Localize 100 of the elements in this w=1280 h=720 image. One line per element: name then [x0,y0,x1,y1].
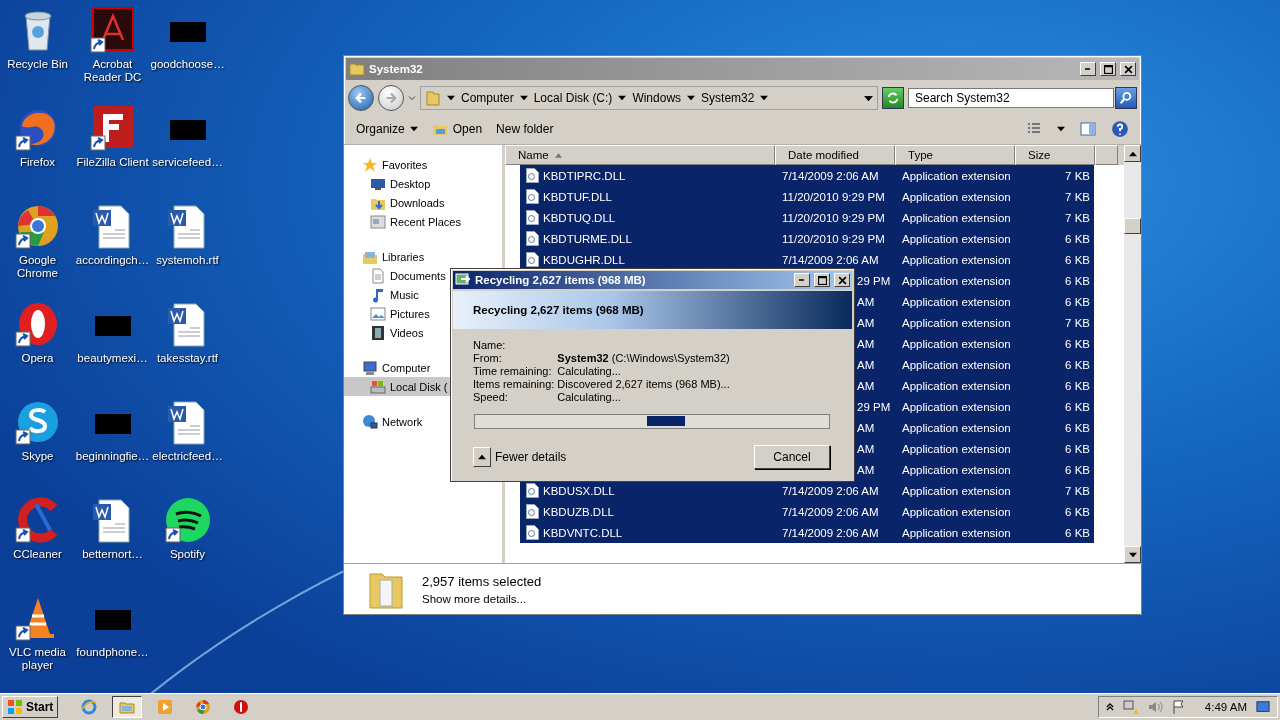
nav-item[interactable]: Desktop [344,174,502,193]
nav-item[interactable]: Downloads [344,193,502,212]
file-row[interactable]: KBDUGHR.DLL 7/14/2009 2:06 AM Application extension 6 KB [520,249,1094,270]
nav-item[interactable]: Favorites [344,155,502,174]
up-arrow-icon [478,453,486,461]
breadcrumb[interactable]: System32 [701,91,755,105]
size-cell-text: 6 KB [1064,463,1090,476]
caret-icon [409,125,418,133]
column-header[interactable]: Date modified [775,145,895,165]
minimize-button[interactable] [1080,62,1096,76]
desktop-icon-label: Acrobat Reader DC [82,58,143,84]
caret-icon[interactable] [864,93,873,103]
browser-icon [81,699,98,715]
date-cell-text: 7/14/2009 2:06 AM [781,484,880,497]
help-icon[interactable] [1111,120,1129,138]
forward-button[interactable] [378,85,404,111]
nav-item[interactable]: Videos [344,323,502,342]
back-button[interactable] [348,85,374,111]
type-cell-text: Application extension [901,421,1012,434]
type-cell-text: Application extension [901,295,1012,308]
file-row[interactable]: KBDUZB.DLL 7/14/2009 2:06 AM Application extension 6 KB [520,501,1094,522]
file-row[interactable]: KBDTURME.DLL 11/20/2010 9:29 PM Application extension 6 KB [520,228,1094,249]
file-name: KBDUZB.DLL [543,505,615,518]
desktop-icon-label: FileZilla Client [75,156,150,169]
dll-file-icon [526,168,539,183]
column-header[interactable]: Size [1015,145,1095,165]
nav-item[interactable]: Network [344,412,502,431]
cancel-button[interactable]: Cancel [754,445,830,469]
size-cell-text: 6 KB [1064,379,1090,392]
type-cell-text: Application extension [901,484,1012,497]
search-field[interactable]: Search System32 [908,88,1114,108]
type-cell-text: Application extension [901,253,1012,266]
nav-item[interactable]: Music [344,285,502,304]
breadcrumb[interactable]: Computer [461,91,514,105]
caret-icon[interactable] [687,94,696,102]
nav-item[interactable]: Libraries [344,247,502,266]
breadcrumb[interactable]: Local Disk (C:) [533,91,613,105]
show-desktop-icon[interactable] [1255,700,1271,714]
caret-icon[interactable] [447,94,455,102]
show-details-link[interactable]: Show more details... [422,592,542,605]
toolbar-button[interactable]: New folder [496,122,554,136]
close-button[interactable] [834,273,850,287]
clock[interactable]: 4:49 AM [1204,701,1247,713]
refresh-button[interactable] [882,87,904,109]
maximize-button[interactable] [1100,62,1116,76]
spotify-icon[interactable] [163,496,212,544]
desktop-icon-label: VLC media player [8,646,67,672]
scroll-thumb[interactable] [1124,218,1141,234]
desktop-icon-label: beautymexi… [76,352,149,365]
caret-icon[interactable] [618,94,627,102]
toolbar-button[interactable]: Open [431,121,483,137]
type-cell-text: Application extension [901,232,1012,245]
dll-file-icon [526,504,539,519]
address-bar[interactable]: Computer Local Disk (C:) Windows System32 [420,86,878,110]
column-header[interactable]: Name [505,145,775,165]
preview-pane-icon[interactable] [1079,121,1097,137]
collapse-button[interactable] [473,447,491,467]
nav-item[interactable]: Recent Places [344,212,502,231]
file-row[interactable]: KBDTUQ.DLL 11/20/2010 9:29 PM Application extension 7 KB [520,207,1094,228]
toolbar-button[interactable]: Organize [356,122,418,136]
file-row[interactable]: KBDTIPRC.DLL 7/14/2009 2:06 AM Application extension 7 KB [520,165,1094,186]
file-row[interactable]: KBDUSX.DLL 7/14/2009 2:06 AM Application extension 7 KB [520,480,1094,501]
scroll-up-button[interactable] [1124,145,1141,162]
network-icon [362,413,378,430]
caret-icon[interactable] [1057,125,1065,133]
pictures-icon [370,305,386,322]
caret-icon[interactable] [760,94,769,102]
minimize-button[interactable] [794,273,810,287]
desktop-icon-label: CCleaner [12,548,63,561]
desktop-icon-label: Google Chrome [16,254,59,280]
play-icon [157,699,174,715]
scroll-down-button[interactable] [1124,546,1141,563]
chrome-icon [195,699,212,715]
date-cell-text: 7/14/2009 2:06 AM [781,253,880,266]
date-cell-text: 11/20/2010 9:29 PM [781,211,886,224]
music-icon [370,286,386,303]
file-row[interactable]: KBDVNTC.DLL 7/14/2009 2:06 AM Application extension 6 KB [520,522,1094,543]
column-header[interactable]: Type [895,145,1015,165]
desktop-icon-label: takesstay.rtf [155,352,220,365]
search-button[interactable] [1115,87,1137,109]
acrobat-icon[interactable] [88,6,137,54]
file-row[interactable]: KBDTUF.DLL 11/20/2010 9:29 PM Application extension 7 KB [520,186,1094,207]
chevron-up-icon[interactable] [1104,702,1115,712]
flag-icon[interactable] [1170,699,1187,715]
date-cell-text: AM [857,379,876,392]
close-button[interactable] [1120,62,1136,76]
scroll-bar[interactable] [1124,145,1141,563]
maximize-icon [817,275,827,285]
breadcrumb[interactable]: Windows [632,91,682,105]
dll-file-icon [526,525,539,540]
window-title: System32 [369,63,424,75]
field-label: Name: [473,339,507,352]
maximize-button[interactable] [814,273,830,287]
caret-icon[interactable] [519,94,528,102]
start-button[interactable]: Start [2,696,59,718]
type-cell-text: Application extension [901,463,1012,476]
type-cell-text: Application extension [901,337,1012,350]
date-cell-text: AM [857,442,876,455]
taskbar-app-button[interactable] [112,696,143,718]
dialog-heading: Recycling 2,627 items (968 MB) [473,304,644,316]
